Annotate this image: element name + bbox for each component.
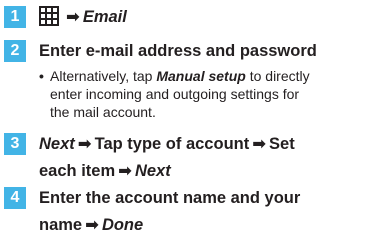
name-text: name xyxy=(39,216,83,234)
note-line-3: the mail account. xyxy=(50,104,156,120)
step-3: 3 Next ➡ Tap type of account ➡ Set each item… xyxy=(4,133,374,187)
next-label: Next xyxy=(134,162,171,180)
next-label: Next xyxy=(39,135,75,153)
manual-setup-label: Manual setup xyxy=(156,68,246,84)
step-number-badge: 3 xyxy=(4,133,26,155)
step-3-line-1: Next ➡ Tap type of account ➡ Set xyxy=(39,133,295,155)
step-1-line: ➡ Email xyxy=(39,6,127,28)
arrow-icon: ➡ xyxy=(77,135,92,153)
step-4-line-2: name ➡ Done xyxy=(39,214,143,236)
step-3-line-2: each item ➡ Next xyxy=(39,160,171,182)
set-text: Set xyxy=(269,135,295,153)
step-number-badge: 1 xyxy=(4,6,26,28)
step-2-note: • Alternatively, tap Manual setup to dir… xyxy=(39,67,369,121)
account-type-text: Tap type of account xyxy=(94,135,250,153)
arrow-icon: ➡ xyxy=(118,162,132,180)
arrow-icon: ➡ xyxy=(85,216,99,234)
step-1: 1 ➡ Email xyxy=(4,6,374,30)
note-suffix: to directly xyxy=(245,68,310,84)
arrow-icon: ➡ xyxy=(66,8,80,26)
step-number-badge: 4 xyxy=(4,187,26,209)
step-2-title: Enter e-mail address and password xyxy=(39,42,317,60)
email-label: Email xyxy=(82,8,127,26)
step-4-line-1: Enter the account name and your xyxy=(39,189,301,207)
step-number-badge: 2 xyxy=(4,40,26,62)
note-prefix: Alternatively, tap xyxy=(50,68,157,84)
step-4: 4 Enter the account name and your name ➡ D… xyxy=(4,187,374,239)
apps-grid-icon xyxy=(39,6,59,26)
step-2: 2 Enter e-mail address and password • Al… xyxy=(4,40,374,130)
each-item-text: each item xyxy=(39,162,116,180)
arrow-icon: ➡ xyxy=(252,135,267,153)
bullet-dot: • xyxy=(39,68,44,84)
done-label: Done xyxy=(101,216,144,234)
note-line-2: enter incoming and outgoing settings for xyxy=(50,86,300,102)
